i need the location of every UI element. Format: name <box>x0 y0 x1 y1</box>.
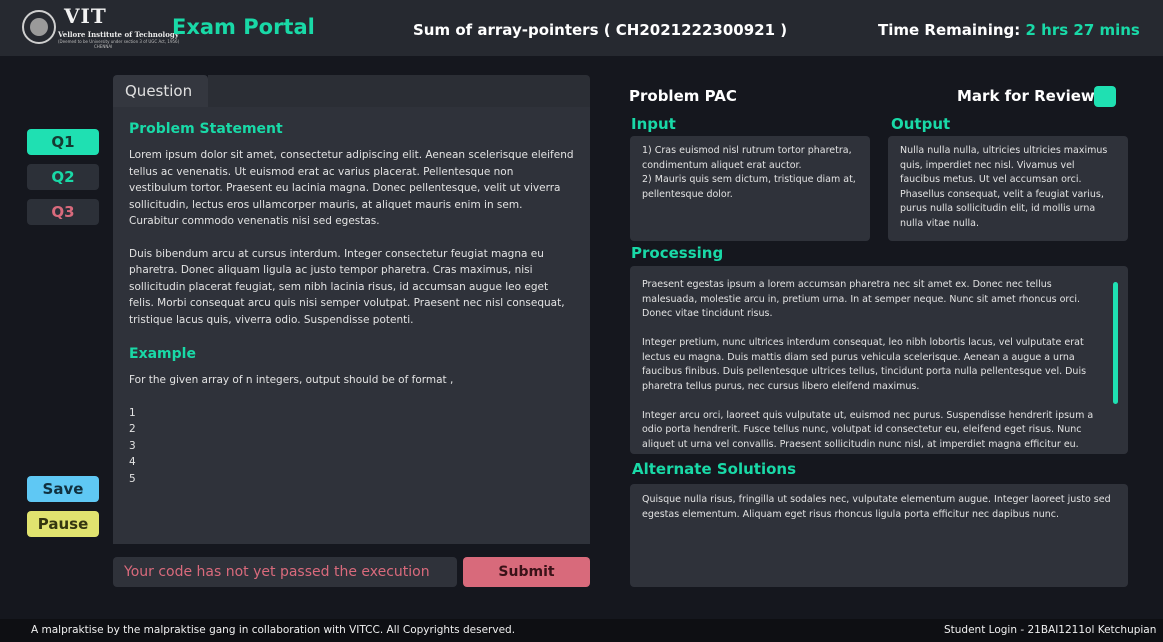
example-intro: For the given array of n integers, outpu… <box>129 374 454 386</box>
crest-icon <box>22 10 56 44</box>
tab-question[interactable]: Question <box>113 75 208 107</box>
execution-status-message: Your code has not yet passed the executi… <box>113 557 457 587</box>
timer-value: 2 hrs 27 mins <box>1025 21 1140 39</box>
logo-tagline: (Deemed to be University under section 3… <box>58 39 180 44</box>
example-title: Example <box>129 346 196 362</box>
submit-button[interactable]: Submit <box>463 557 590 587</box>
exam-title: Sum of array-pointers ( CH2021222300921 … <box>413 21 788 39</box>
logo-subtitle: Vellore Institute of Technology <box>58 30 179 39</box>
footer-student-login: Student Login - 21BAI1211ol Ketchupian <box>944 624 1157 636</box>
problem-paragraph: Lorem ipsum dolor sit amet, consectetur … <box>129 149 574 227</box>
problem-pac-title: Problem PAC <box>629 87 737 105</box>
app-title: Exam Portal <box>172 15 315 39</box>
output-text: Nulla nulla nulla, ultricies ultricies m… <box>900 145 1108 229</box>
question-nav-q2[interactable]: Q2 <box>27 164 99 190</box>
alternate-solutions-text: Quisque nulla risus, fringilla ut sodale… <box>642 494 1111 520</box>
example-line: 2 <box>129 423 136 435</box>
example-list: 1 2 3 4 5 <box>129 405 574 488</box>
processing-scrollbar[interactable] <box>1113 282 1118 404</box>
logo-text: VIT <box>64 4 107 28</box>
processing-paragraph: Praesent egestas ipsum a lorem accumsan … <box>642 279 1080 319</box>
timer-label: Time Remaining: <box>878 21 1021 39</box>
pause-button[interactable]: Pause <box>27 511 99 537</box>
tab-strip <box>208 75 590 107</box>
example-line: 5 <box>129 472 136 485</box>
time-remaining: Time Remaining: 2 hrs 27 mins <box>878 21 1140 39</box>
input-title: Input <box>631 115 676 133</box>
input-line: 2) Mauris quis sem dictum, tristique dia… <box>642 174 856 200</box>
save-button[interactable]: Save <box>27 476 99 502</box>
question-nav-q3[interactable]: Q3 <box>27 199 99 225</box>
example-line: 1 <box>129 406 136 419</box>
question-nav-q1[interactable]: Q1 <box>27 129 99 155</box>
processing-box: Praesent egestas ipsum a lorem accumsan … <box>630 266 1128 454</box>
input-box: 1) Cras euismod nisl rutrum tortor phare… <box>630 136 870 241</box>
processing-paragraph: Integer pretium, nunc ultrices interdum … <box>642 337 1087 392</box>
problem-statement-title: Problem Statement <box>129 121 283 137</box>
input-line: 1) Cras euismod nisl rutrum tortor phare… <box>642 145 852 171</box>
processing-title: Processing <box>631 244 724 262</box>
output-box: Nulla nulla nulla, ultricies ultricies m… <box>888 136 1128 241</box>
problem-paragraph: Duis bibendum arcu at cursus interdum. I… <box>129 247 565 326</box>
logo-city: CHENNAI <box>94 44 113 49</box>
alternate-solutions-title: Alternate Solutions <box>632 460 797 478</box>
example-line: 4 <box>129 456 136 468</box>
mark-review-checkbox[interactable] <box>1094 86 1116 107</box>
footer-copyright: A malpraktise by the malpraktise gang in… <box>31 624 516 636</box>
question-panel: Problem Statement Lorem ipsum dolor sit … <box>113 107 590 544</box>
vit-logo: VIT Vellore Institute of Technology (Dee… <box>22 4 179 49</box>
example-line: 3 <box>129 439 136 452</box>
output-title: Output <box>891 115 951 133</box>
alternate-solutions-box: Quisque nulla risus, fringilla ut sodale… <box>630 484 1128 587</box>
processing-paragraph: Integer arcu orci, laoreet quis vulputat… <box>642 409 1094 450</box>
mark-review-label: Mark for Review: <box>957 87 1101 105</box>
